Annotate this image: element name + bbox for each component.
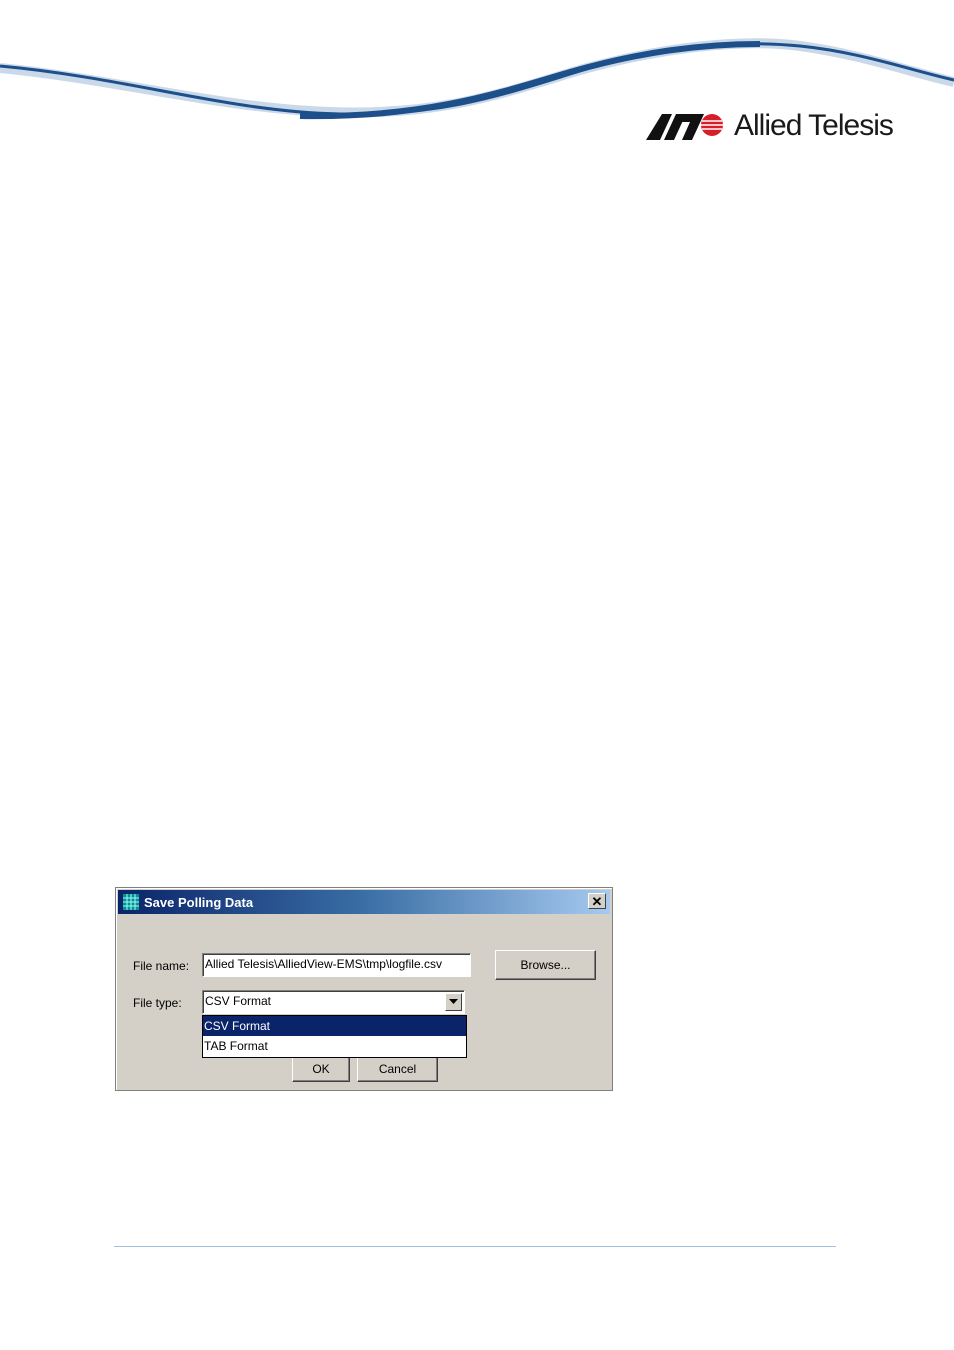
chevron-down-icon (449, 999, 458, 1004)
file-name-label: File name: (133, 959, 190, 973)
ok-button[interactable]: OK (292, 1056, 350, 1082)
dialog-titlebar[interactable]: Save Polling Data ✕ (118, 890, 610, 914)
file-type-option-csv[interactable]: CSV Format (203, 1016, 466, 1036)
dropdown-arrow-button[interactable] (445, 993, 462, 1011)
brand-mark-icon (646, 114, 723, 140)
file-type-option-tab[interactable]: TAB Format (203, 1036, 466, 1056)
file-type-select[interactable]: CSV Format (202, 990, 465, 1014)
file-type-selected-value: CSV Format (205, 994, 272, 1008)
browse-button[interactable]: Browse... (495, 950, 596, 980)
brand-name: Allied Telesis (734, 109, 894, 142)
close-icon: ✕ (591, 893, 603, 909)
cancel-button[interactable]: Cancel (357, 1056, 438, 1082)
allied-telesis-logo: Allied Telesis (646, 108, 894, 144)
close-button[interactable]: ✕ (588, 893, 606, 909)
footer-divider (114, 1246, 836, 1247)
save-polling-data-dialog: Save Polling Data ✕ File name: Allied Te… (115, 887, 613, 1091)
dialog-title: Save Polling Data (144, 894, 254, 910)
file-name-input[interactable]: Allied Telesis\AlliedView-EMS\tmp\logfil… (202, 953, 471, 977)
file-type-dropdown-list: CSV Format TAB Format (202, 1015, 467, 1058)
grid-app-icon (123, 894, 139, 910)
file-type-label: File type: (133, 996, 182, 1010)
